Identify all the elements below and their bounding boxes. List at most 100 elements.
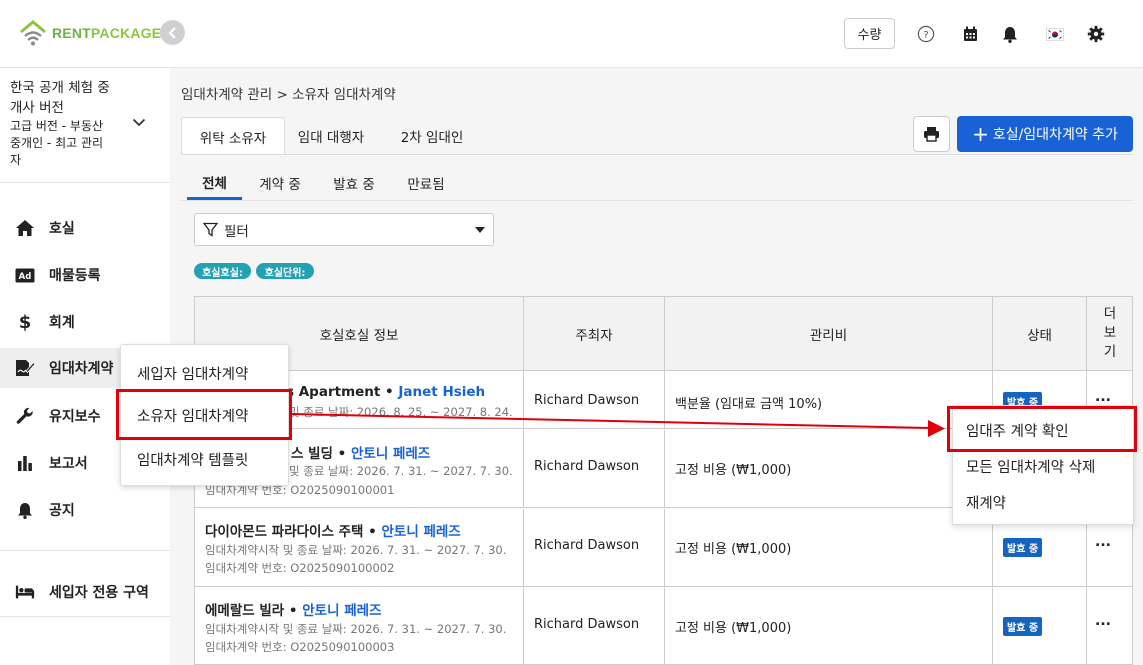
highlight-box-owner-contracts (116, 389, 292, 440)
gear-icon (1087, 25, 1105, 43)
sidebar-item-label: 공지 (49, 503, 75, 519)
column-header-host[interactable]: 주최자 (524, 297, 665, 371)
more-cell: ... (1087, 588, 1132, 664)
status-badge: 발효 중 (1003, 617, 1043, 636)
logo[interactable]: RENT PACKAGE (18, 20, 161, 46)
tabs-divider (181, 154, 1133, 155)
property-name: 다이아몬드 파라다이스 주택 • 안토니 페레즈 (205, 524, 461, 540)
more-header-char: 보 (1103, 325, 1117, 341)
tab-expired[interactable]: 만료됨 (397, 166, 455, 200)
collapse-sidebar-button[interactable] (160, 20, 185, 45)
sidebar-item-notices[interactable]: 공지 (0, 490, 170, 530)
sidebar-item-tenant-area[interactable]: 세입자 전용 구역 (0, 572, 170, 612)
chevron-down-icon[interactable] (132, 118, 146, 127)
room-info-cell: 다이아몬드 파라다이스 주택 • 안토니 페레즈 임대차계약시작 및 종료 날짜… (195, 509, 524, 586)
table-row[interactable]: 에메랄드 빌라 • 안토니 페레즈 임대차계약시작 및 종료 날짜: 2026.… (195, 588, 1132, 664)
contract-number: 임대차계약 번호: O2025090100002 (205, 561, 395, 575)
help-button[interactable]: ? (916, 24, 936, 44)
contract-icon (15, 358, 35, 378)
owner-link[interactable]: 안토니 페레즈 (302, 603, 381, 619)
tab-in-contract[interactable]: 계약 중 (249, 166, 311, 200)
tab-secondary-landlord[interactable]: 2차 임대인 (391, 117, 473, 155)
column-header-status[interactable]: 상태 (993, 297, 1087, 371)
filter-chip-room[interactable]: 호실호실: (194, 263, 251, 279)
owner-link[interactable]: 안토니 페레즈 (381, 524, 460, 540)
tab-effective[interactable]: 발효 중 (323, 166, 385, 200)
sidebar-divider (0, 616, 170, 617)
menu-item-delete-all-contracts[interactable]: 모든 임대차계약 삭제 (953, 448, 1133, 484)
sidebar-item-label: 임대차계약 (49, 361, 114, 377)
more-header-char: 더 (1103, 306, 1117, 322)
svg-text:Ad: Ad (19, 272, 32, 282)
host-cell: Richard Dawson (524, 509, 665, 586)
more-header-char: 기 (1103, 344, 1117, 360)
sidebar-item-label: 보고서 (49, 456, 88, 472)
host-name: Richard Dawson (534, 538, 640, 553)
notifications-button[interactable] (1000, 24, 1020, 44)
fee-text: 고정 비용 (₩1,000) (675, 621, 792, 636)
sidebar-item-label: 매물등록 (49, 268, 101, 284)
svg-text:?: ? (923, 30, 928, 41)
menu-item-renew-contract[interactable]: 재계약 (953, 484, 1133, 520)
host-cell: Richard Dawson (524, 430, 665, 507)
home-icon (15, 218, 35, 238)
property-name-text: 에메랄드 빌라 (205, 603, 285, 619)
filter-icon (203, 222, 218, 237)
owner-link[interactable]: 안토니 페레즈 (351, 446, 430, 462)
sidebar-divider (0, 550, 170, 551)
contract-period: 임대차계약시작 및 종료 날짜: 2026. 7. 31. ~ 2027. 7.… (205, 543, 507, 557)
help-icon: ? (917, 25, 935, 43)
language-button[interactable] (1045, 24, 1065, 44)
sidebar-item-accounting[interactable]: $ 회계 (0, 302, 170, 342)
sidebar-divider (0, 182, 170, 183)
owner-link[interactable]: Janet Hsieh (398, 384, 485, 400)
workspace-title-line2: 개사 버전 (10, 100, 64, 116)
quantity-button[interactable]: 수량 (844, 18, 895, 49)
filter-dropdown[interactable]: 필터 (194, 213, 494, 246)
print-button[interactable] (913, 116, 950, 152)
fee-cell: 고정 비용 (₩1,000) (665, 588, 993, 664)
brand-part1: RENT (52, 25, 91, 41)
tab-consigned-owner[interactable]: 위탁 소유자 (181, 117, 285, 155)
sidebar-item-label: 호실 (49, 221, 75, 237)
host-name: Richard Dawson (534, 393, 640, 408)
fee-text: 백분율 (임대료 금액 10%) (675, 397, 823, 412)
ad-icon: Ad (15, 265, 35, 285)
wrench-icon (15, 406, 35, 426)
tab-all[interactable]: 전체 (187, 166, 242, 200)
filter-label: 필터 (224, 223, 249, 240)
submenu-item-contract-templates[interactable]: 임대차계약 템플릿 (121, 441, 288, 477)
property-name-text: s Apartment (286, 384, 381, 400)
column-header-management-fee[interactable]: 관리비 (665, 297, 993, 371)
submenu-item-tenant-contracts[interactable]: 세입자 임대차계약 (121, 355, 288, 391)
calendar-icon (963, 26, 977, 41)
property-name-text: 스 빌딩 (291, 446, 333, 462)
bell-icon (15, 500, 35, 520)
contract-period: 및 종료 날짜: 2026. 8. 25. ~ 2027. 8. 24. (289, 405, 513, 419)
fee-cell: 고정 비용 (₩1,000) (665, 430, 993, 507)
brand-part2: PACKAGE (90, 25, 162, 41)
calendar-button[interactable] (960, 24, 980, 44)
settings-button[interactable] (1086, 24, 1106, 44)
status-badge: 발효 중 (1003, 538, 1043, 557)
more-options-button[interactable]: ... (1095, 534, 1111, 550)
workspace-sub-line3: 자 (10, 153, 22, 167)
host-name: Richard Dawson (534, 617, 640, 632)
contract-period: 임대차계약시작 및 종료 날짜: 2026. 7. 31. ~ 2027. 7.… (205, 622, 507, 636)
workspace-title-line1: 한국 공개 체험 중 (10, 80, 110, 96)
chart-icon (15, 453, 35, 473)
sidebar-item-label: 세입자 전용 구역 (49, 585, 149, 601)
svg-text:$: $ (19, 312, 32, 332)
status-cell: 발효 중 (993, 588, 1087, 664)
tab-rental-agent[interactable]: 임대 대행자 (287, 117, 375, 155)
add-room-contract-button[interactable]: + 호실/임대차계약 추가 (957, 116, 1133, 152)
add-button-label: 호실/임대차계약 추가 (992, 127, 1118, 143)
property-name-text: 다이아몬드 파라다이스 주택 (205, 524, 364, 540)
more-options-button[interactable]: ... (1095, 613, 1111, 629)
more-options-button[interactable]: ... (1095, 389, 1111, 405)
fee-text: 고정 비용 (₩1,000) (675, 542, 792, 557)
sidebar-item-listing[interactable]: Ad 매물등록 (0, 255, 170, 295)
sidebar-item-rooms[interactable]: 호실 (0, 208, 170, 248)
filter-chip-unit[interactable]: 호실단위: (256, 263, 314, 279)
wifi-logo-icon (20, 20, 46, 46)
